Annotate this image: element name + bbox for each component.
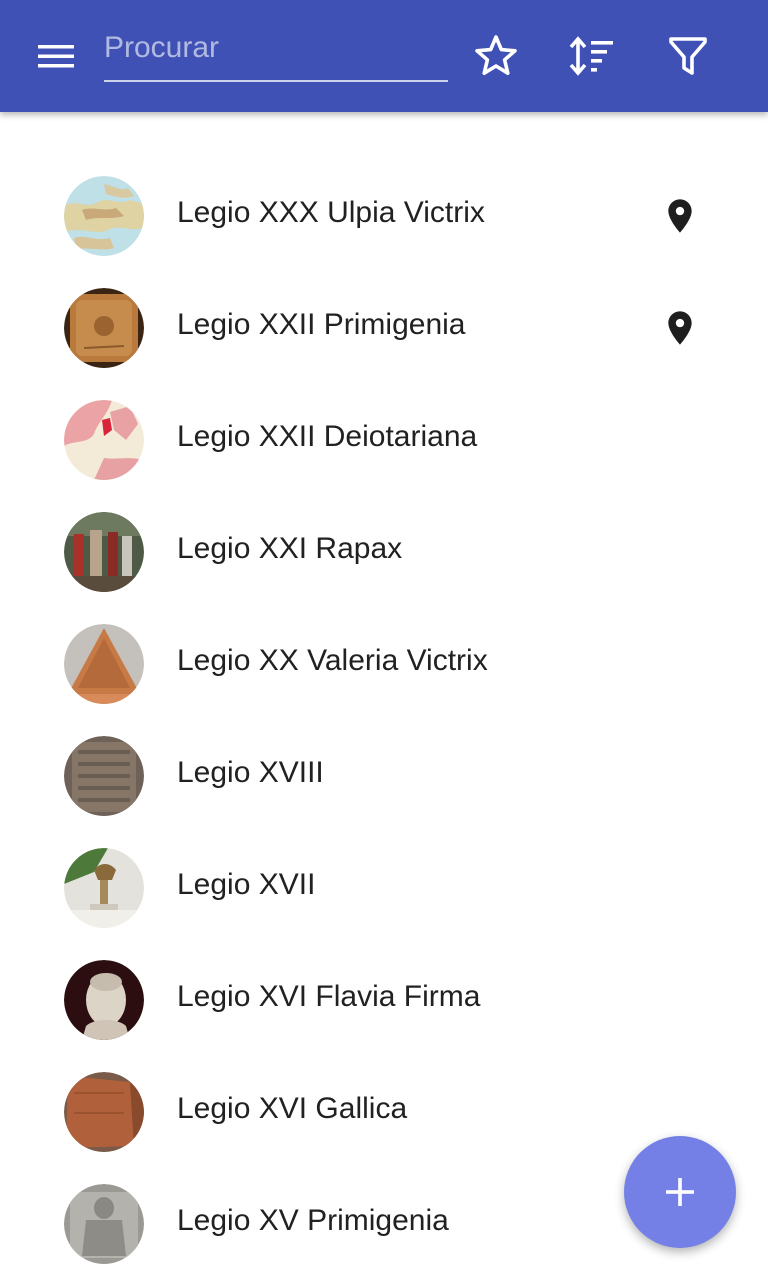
- legion-name: Legio XXII Deiotariana: [177, 420, 478, 453]
- legion-name: Legio XVI Flavia Firma: [177, 980, 481, 1013]
- avatar: [64, 960, 144, 1040]
- search-field: [104, 22, 448, 82]
- legion-name: Legio XVII: [177, 868, 316, 901]
- avatar: [64, 288, 144, 368]
- sort-icon: [569, 36, 613, 76]
- menu-button[interactable]: [30, 36, 82, 76]
- legion-name: Legio XXII Primigenia: [177, 308, 466, 341]
- list-item[interactable]: Legio XXII Deiotariana: [0, 384, 768, 496]
- list-item[interactable]: Legio XXII Primigenia: [0, 272, 768, 384]
- search-input[interactable]: [104, 26, 448, 70]
- filter-icon: [669, 37, 707, 75]
- avatar: [64, 512, 144, 592]
- menu-icon: [38, 45, 74, 68]
- legion-name: Legio XVI Gallica: [177, 1092, 408, 1125]
- list-item[interactable]: Legio XVI Flavia Firma: [0, 944, 768, 1056]
- list-item[interactable]: Legio XX Valeria Victrix: [0, 608, 768, 720]
- avatar: [64, 848, 144, 928]
- filter-button[interactable]: [660, 28, 716, 84]
- legion-name: Legio XV Primigenia: [177, 1204, 449, 1237]
- legion-name: Legio XX Valeria Victrix: [177, 644, 488, 677]
- legion-name: Legio XXI Rapax: [177, 532, 403, 565]
- avatar: [64, 400, 144, 480]
- app-bar: [0, 0, 768, 112]
- legion-name: Legio XVIII: [177, 756, 324, 789]
- avatar: [64, 624, 144, 704]
- list-item[interactable]: Legio XXI Rapax: [0, 496, 768, 608]
- legion-list: Legio XXX Ulpia Victrix Legio XXII Primi…: [0, 160, 768, 1280]
- add-button[interactable]: [624, 1136, 736, 1248]
- avatar: [64, 176, 144, 256]
- avatar: [64, 1184, 144, 1264]
- plus-icon: [666, 1178, 694, 1206]
- list-item[interactable]: Legio XVII: [0, 832, 768, 944]
- map-marker-icon[interactable]: [660, 196, 700, 236]
- star-outline-icon: [475, 35, 517, 76]
- avatar: [64, 1072, 144, 1152]
- sort-button[interactable]: [564, 28, 620, 84]
- list-item[interactable]: Legio XVIII: [0, 720, 768, 832]
- avatar: [64, 736, 144, 816]
- favorites-button[interactable]: [468, 28, 524, 84]
- list-item[interactable]: Legio XXX Ulpia Victrix: [0, 160, 768, 272]
- legion-name: Legio XXX Ulpia Victrix: [177, 196, 485, 229]
- map-marker-icon[interactable]: [660, 308, 700, 348]
